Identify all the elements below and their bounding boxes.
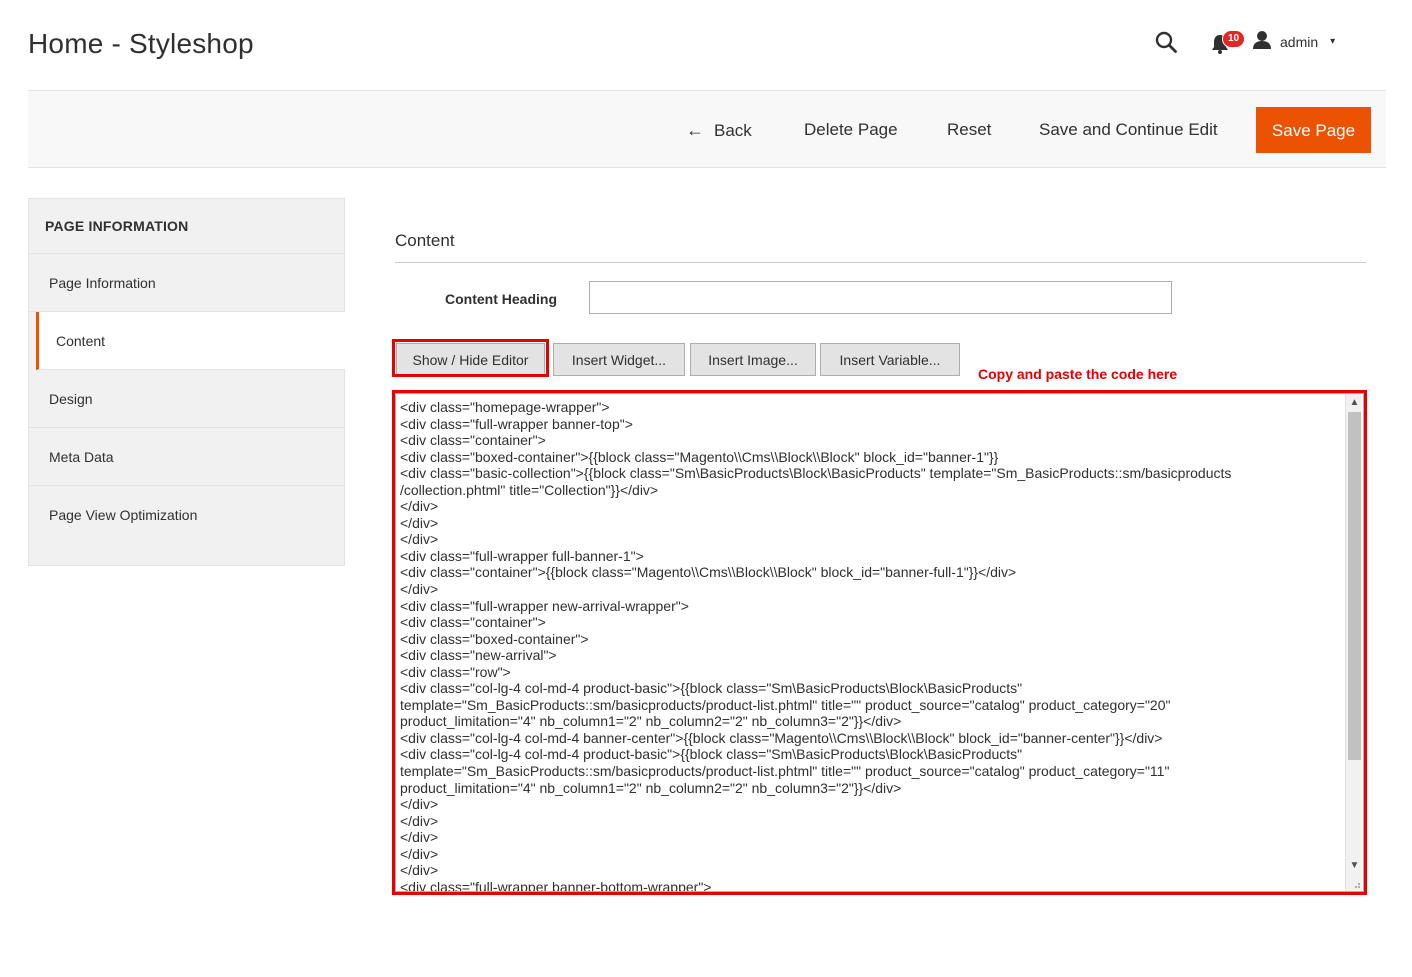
sidebar-item-page-information[interactable]: Page Information xyxy=(29,254,344,312)
page-actions-toolbar: ← Back Delete Page Reset Save and Continu… xyxy=(28,90,1386,168)
code-line: template="Sm_BasicProducts::sm/basicprod… xyxy=(400,696,1171,713)
code-line: <div class="full-wrapper banner-bottom-w… xyxy=(400,878,712,892)
code-line: </div> xyxy=(400,796,439,813)
code-line: <div class="boxed-container">{{block cla… xyxy=(400,448,999,465)
code-line: <div class="container">{{block class="Ma… xyxy=(400,564,1017,581)
insert-image-button[interactable]: Insert Image... xyxy=(690,343,816,376)
code-line: </div> xyxy=(400,498,439,515)
sidebar-item-content[interactable]: Content xyxy=(36,312,345,370)
code-line: <div class="container"> xyxy=(400,614,546,631)
content-heading-input[interactable] xyxy=(589,281,1172,314)
scroll-up-icon[interactable]: ▲ xyxy=(1346,396,1363,410)
insert-variable-button[interactable]: Insert Variable... xyxy=(820,343,960,376)
notification-count-badge: 10 xyxy=(1222,30,1246,48)
show-hide-editor-button[interactable]: Show / Hide Editor xyxy=(396,343,545,376)
code-line: <div class="homepage-wrapper"> xyxy=(400,399,610,415)
code-line: <div class="boxed-container"> xyxy=(400,630,589,647)
page-title: Home - Styleshop xyxy=(28,28,254,59)
delete-page-button[interactable]: Delete Page xyxy=(804,107,898,153)
arrow-left-icon: ← xyxy=(686,120,704,140)
section-title: Content xyxy=(395,231,455,250)
sidebar-heading: PAGE INFORMATION xyxy=(29,199,344,254)
code-line: <div class="col-lg-4 col-md-4 banner-cen… xyxy=(400,729,1163,746)
reset-button[interactable]: Reset xyxy=(947,107,991,153)
sidebar-item-meta-data[interactable]: Meta Data xyxy=(29,428,344,486)
user-icon xyxy=(1252,30,1272,53)
code-line: <div class="col-lg-4 col-md-4 product-ba… xyxy=(400,746,1023,763)
user-menu[interactable]: admin ▾ xyxy=(1252,30,1335,53)
code-line: </div> xyxy=(400,829,439,846)
notifications-button[interactable]: 10 xyxy=(1210,30,1246,54)
user-name: admin xyxy=(1280,33,1319,50)
code-line: </div> xyxy=(400,845,439,862)
scroll-thumb[interactable] xyxy=(1348,412,1361,760)
annotation-text: Copy and paste the code here xyxy=(978,366,1178,382)
insert-widget-button[interactable]: Insert Widget... xyxy=(553,343,685,376)
back-label: Back xyxy=(714,121,752,140)
code-line: </div> xyxy=(400,812,439,829)
sidebar-item-page-view-optimization[interactable]: Page View Optimization xyxy=(29,486,344,544)
code-line: </div> xyxy=(400,862,439,879)
code-line: <div class="full-wrapper full-banner-1"> xyxy=(400,547,644,564)
chevron-down-icon: ▾ xyxy=(1330,36,1336,47)
resize-grip-icon[interactable] xyxy=(1353,881,1361,889)
code-lines: <div class="homepage-wrapper"> <div class… xyxy=(400,399,1340,892)
code-line: <div class="container"> xyxy=(400,432,546,449)
save-page-button[interactable]: Save Page xyxy=(1256,107,1371,153)
back-button[interactable]: ← Back xyxy=(686,107,752,153)
vertical-scrollbar[interactable]: ▲ ▼ xyxy=(1345,394,1362,891)
save-and-continue-button[interactable]: Save and Continue Edit xyxy=(1039,107,1218,153)
code-line: <div class="full-wrapper banner-top"> xyxy=(400,415,633,432)
scroll-down-icon[interactable]: ▼ xyxy=(1346,859,1363,873)
search-icon[interactable] xyxy=(1154,30,1178,54)
content-code-textarea[interactable]: <div class="homepage-wrapper"> <div class… xyxy=(395,393,1364,892)
sidebar-item-design[interactable]: Design xyxy=(29,370,344,428)
content-heading-label: Content Heading xyxy=(445,291,557,307)
code-line: <div class="row"> xyxy=(400,663,511,680)
code-line: product_limitation="4" nb_column1="2" nb… xyxy=(400,779,902,796)
code-line: </div> xyxy=(400,514,439,531)
code-line: </div> xyxy=(400,531,439,548)
sidebar-nav: PAGE INFORMATION Page Information Conten… xyxy=(28,198,345,566)
code-line: <div class="new-arrival"> xyxy=(400,647,557,664)
code-line: product_limitation="4" nb_column1="2" nb… xyxy=(400,713,902,730)
code-line: </div> xyxy=(400,581,439,598)
section-divider xyxy=(395,262,1366,263)
code-line: template="Sm_BasicProducts::sm/basicprod… xyxy=(400,763,1170,780)
code-line: <div class="full-wrapper new-arrival-wra… xyxy=(400,597,689,614)
code-line: <div class="col-lg-4 col-md-4 product-ba… xyxy=(400,680,1023,697)
code-line: <div class="basic-collection">{{block cl… xyxy=(400,465,1232,482)
code-line: /collection.phtml" title="Collection"}}<… xyxy=(400,481,659,498)
